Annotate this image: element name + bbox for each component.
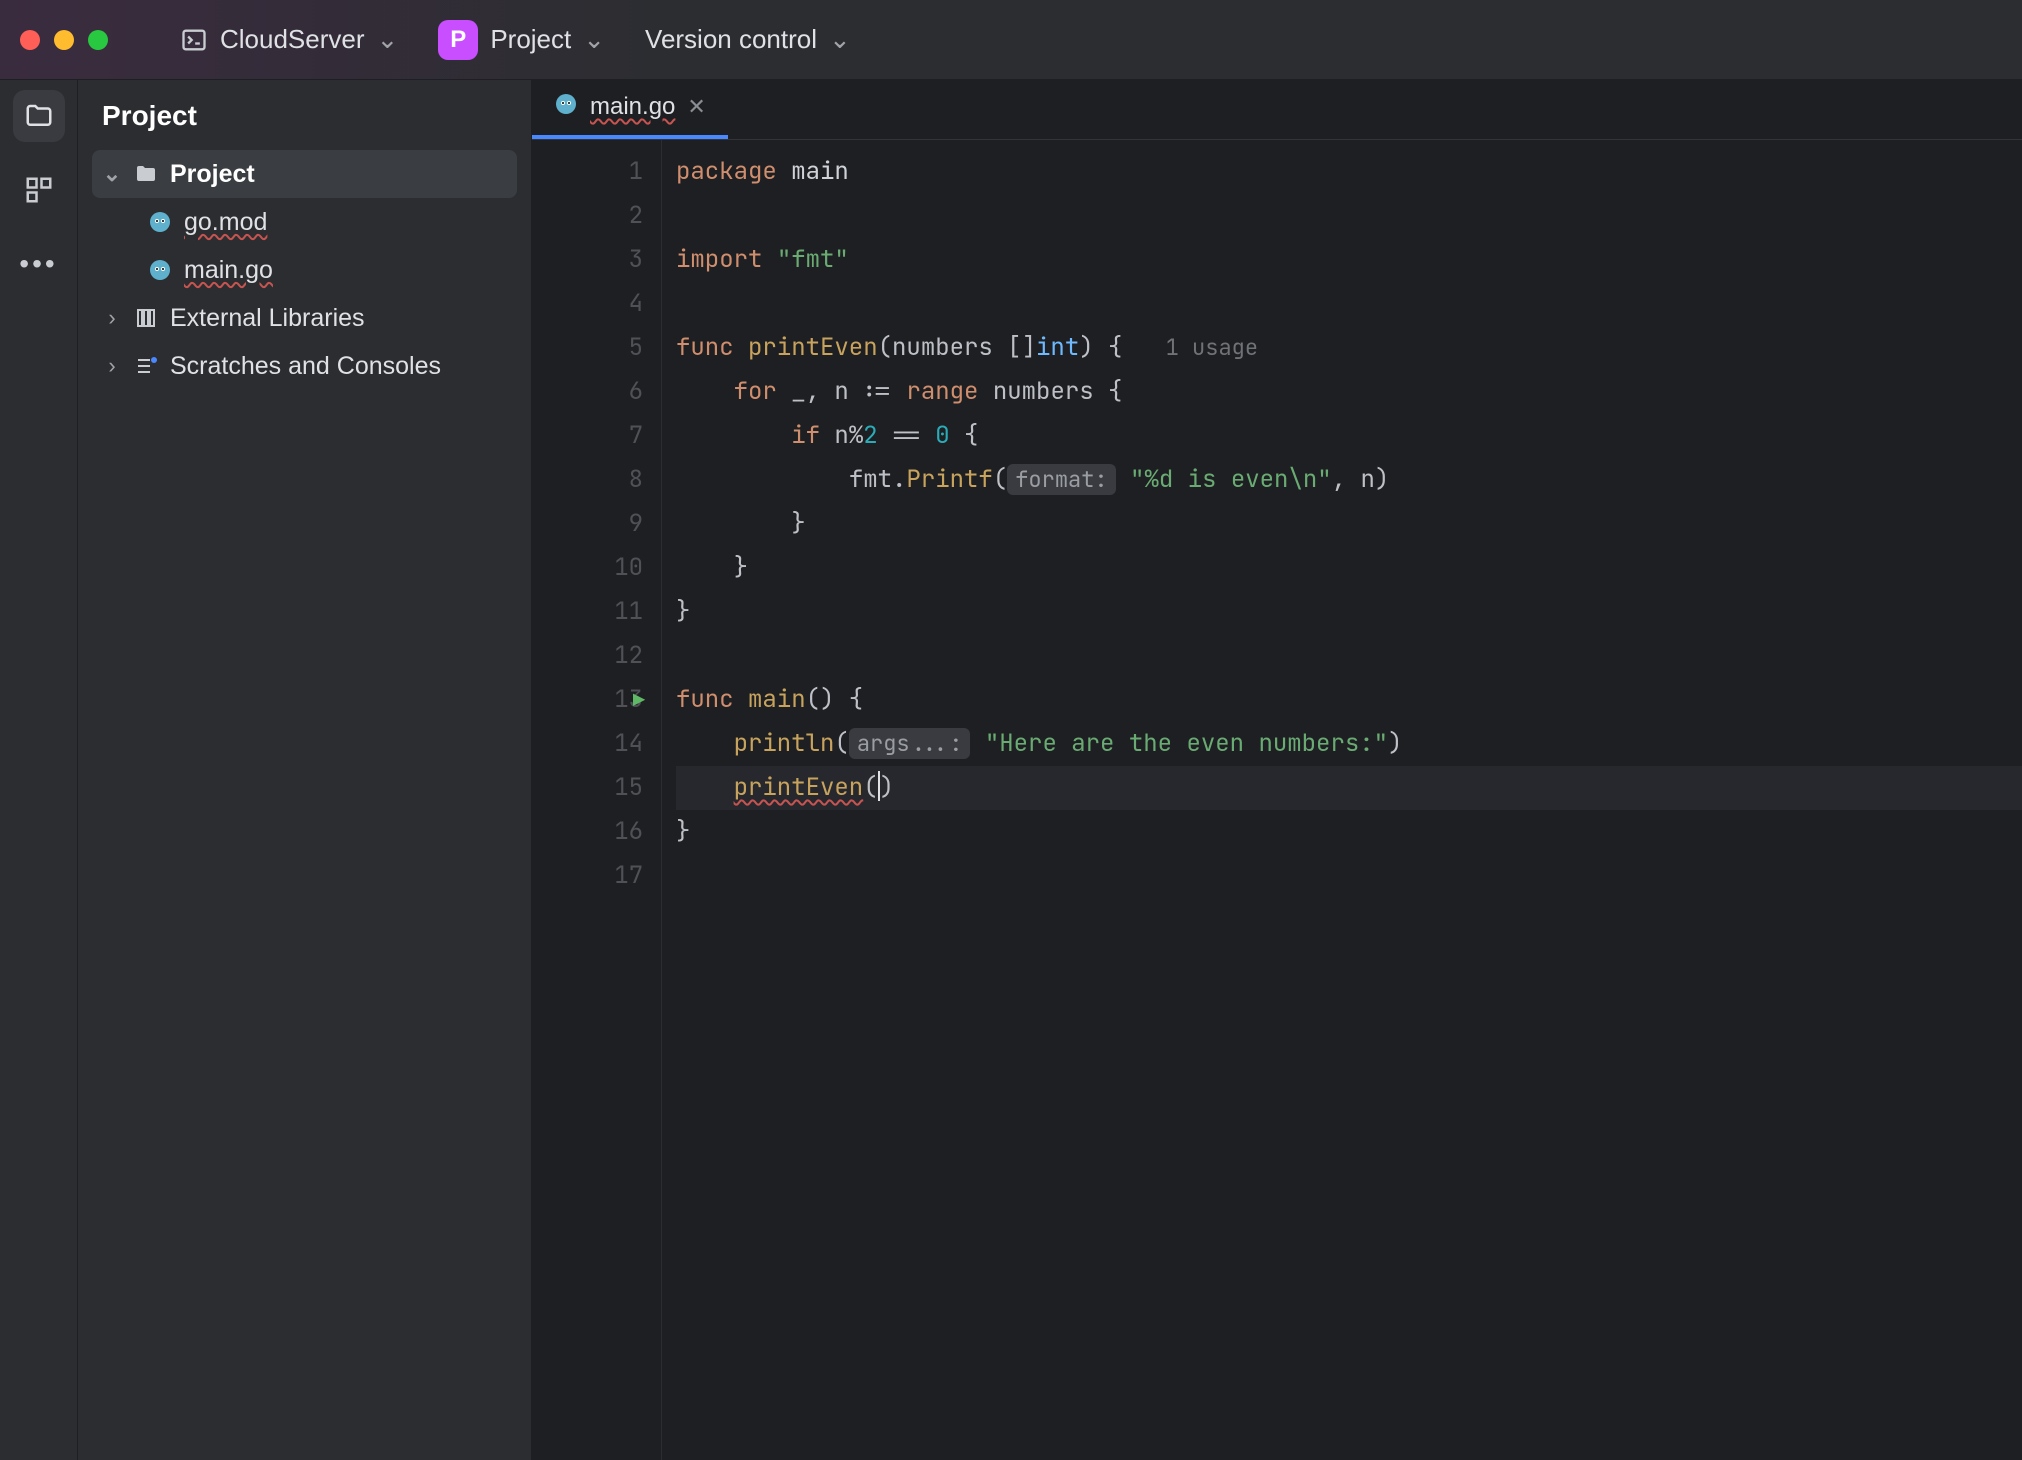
code-line[interactable]: for _, n := range numbers { [676,370,2022,414]
chevron-down-icon: ⌄ [102,161,122,187]
code-line[interactable]: package main [676,150,2022,194]
titlebar: CloudServer ⌄ P Project ⌄ Version contro… [0,0,2022,80]
tree-file-label: go.mod [184,208,267,237]
tab-main-go[interactable]: main.go ✕ [532,79,728,139]
code-line[interactable]: } [676,810,2022,854]
project-badge: P [438,20,478,60]
tree-external-libraries[interactable]: › External Libraries [92,294,517,342]
go-file-icon [554,92,578,123]
code-line[interactable]: } [676,546,2022,590]
window-controls [20,30,108,50]
tree-file-go-mod[interactable]: go.mod [92,198,517,246]
code-line[interactable]: func main() { [676,678,2022,722]
code-line[interactable] [676,194,2022,238]
cloud-server-menu[interactable]: CloudServer ⌄ [172,18,406,61]
code-line[interactable] [676,634,2022,678]
code-line[interactable]: } [676,590,2022,634]
code-line[interactable]: func printEven(numbers []int) { 1 usage [676,326,2022,370]
folder-icon [132,162,160,186]
usages-inlay[interactable]: 1 usage [1166,333,1258,362]
maximize-window-button[interactable] [88,30,108,50]
run-gutter-icon[interactable]: ▶ [633,678,645,722]
vcs-label: Version control [645,24,817,55]
tab-close-button[interactable]: ✕ [687,94,705,120]
vcs-menu[interactable]: Version control ⌄ [637,18,859,61]
code-line[interactable] [676,282,2022,326]
cloud-server-label: CloudServer [220,24,365,55]
chevron-down-icon: ⌄ [377,24,399,55]
minimize-window-button[interactable] [54,30,74,50]
panel-title: Project [78,80,531,150]
go-file-icon [146,210,174,234]
more-tool-button[interactable]: ••• [13,238,65,290]
chevron-right-icon: › [102,353,122,379]
tree-external-label: External Libraries [170,304,365,333]
code-line[interactable]: fmt.Printf(format: "%d is even\n", n) [676,458,2022,502]
tree-root-label: Project [170,160,255,189]
close-window-button[interactable] [20,30,40,50]
go-file-icon [146,258,174,282]
main-area: ••• Project ⌄ Project go.mod main.go › Ex… [0,80,2022,1460]
project-tool-button[interactable] [13,90,65,142]
more-icon: ••• [19,248,57,280]
scratches-icon [132,354,160,378]
chevron-right-icon: › [102,305,122,331]
code-line[interactable]: import "fmt" [676,238,2022,282]
code-content[interactable]: package main import "fmt" func printEven(n… [662,140,2022,1460]
tree-file-main-go[interactable]: main.go [92,246,517,294]
code-line[interactable]: printEven() [676,766,2022,810]
editor: main.go ✕ 12345678910111213▶14151617 pac… [532,80,2022,1460]
terminal-icon [180,26,208,54]
structure-icon [24,175,54,205]
chevron-down-icon: ⌄ [829,24,851,55]
tree-scratches[interactable]: › Scratches and Consoles [92,342,517,390]
code-line[interactable]: } [676,502,2022,546]
tab-filename: main.go [590,93,675,121]
left-toolbar: ••• [0,80,78,1460]
code-line[interactable]: if n%2 == 0 { [676,414,2022,458]
code-area[interactable]: 12345678910111213▶14151617 package main i… [532,140,2022,1460]
tree-file-label: main.go [184,256,273,285]
folder-icon [24,101,54,131]
editor-tabs: main.go ✕ [532,80,2022,140]
project-menu-label: Project [490,24,571,55]
tree-scratches-label: Scratches and Consoles [170,352,441,381]
chevron-down-icon: ⌄ [583,24,605,55]
structure-tool-button[interactable] [13,164,65,216]
project-panel: Project ⌄ Project go.mod main.go › Extern… [78,80,532,1460]
gutter: 12345678910111213▶14151617 [532,140,662,1460]
library-icon [132,306,160,330]
project-menu[interactable]: P Project ⌄ [430,14,613,66]
code-line[interactable] [676,854,2022,898]
tree-root-project[interactable]: ⌄ Project [92,150,517,198]
project-tree: ⌄ Project go.mod main.go › External Libra… [78,150,531,390]
code-line[interactable]: println(args...: "Here are the even numb… [676,722,2022,766]
